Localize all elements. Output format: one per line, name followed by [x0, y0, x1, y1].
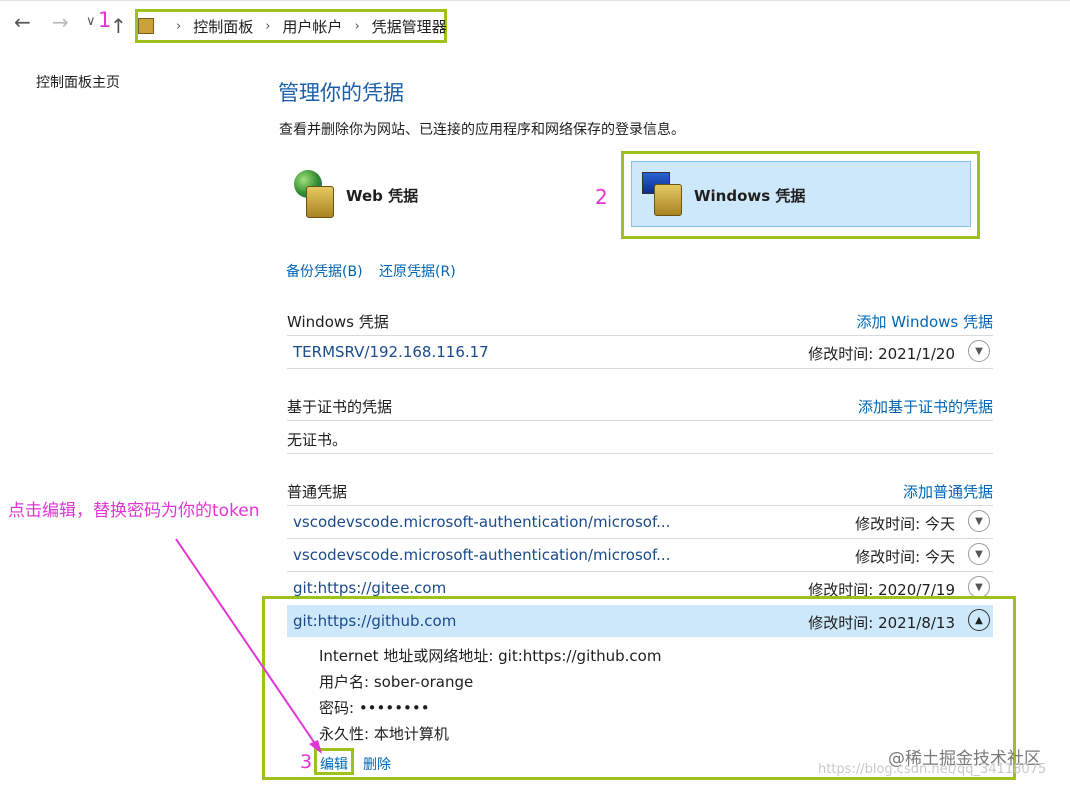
watermark-url: https://blog.csdn.net/qq_34118075 [818, 762, 1047, 777]
annotation-arrow-line [175, 538, 319, 749]
annotation-arrow-head [309, 740, 322, 754]
annotation-arrow [175, 538, 322, 754]
